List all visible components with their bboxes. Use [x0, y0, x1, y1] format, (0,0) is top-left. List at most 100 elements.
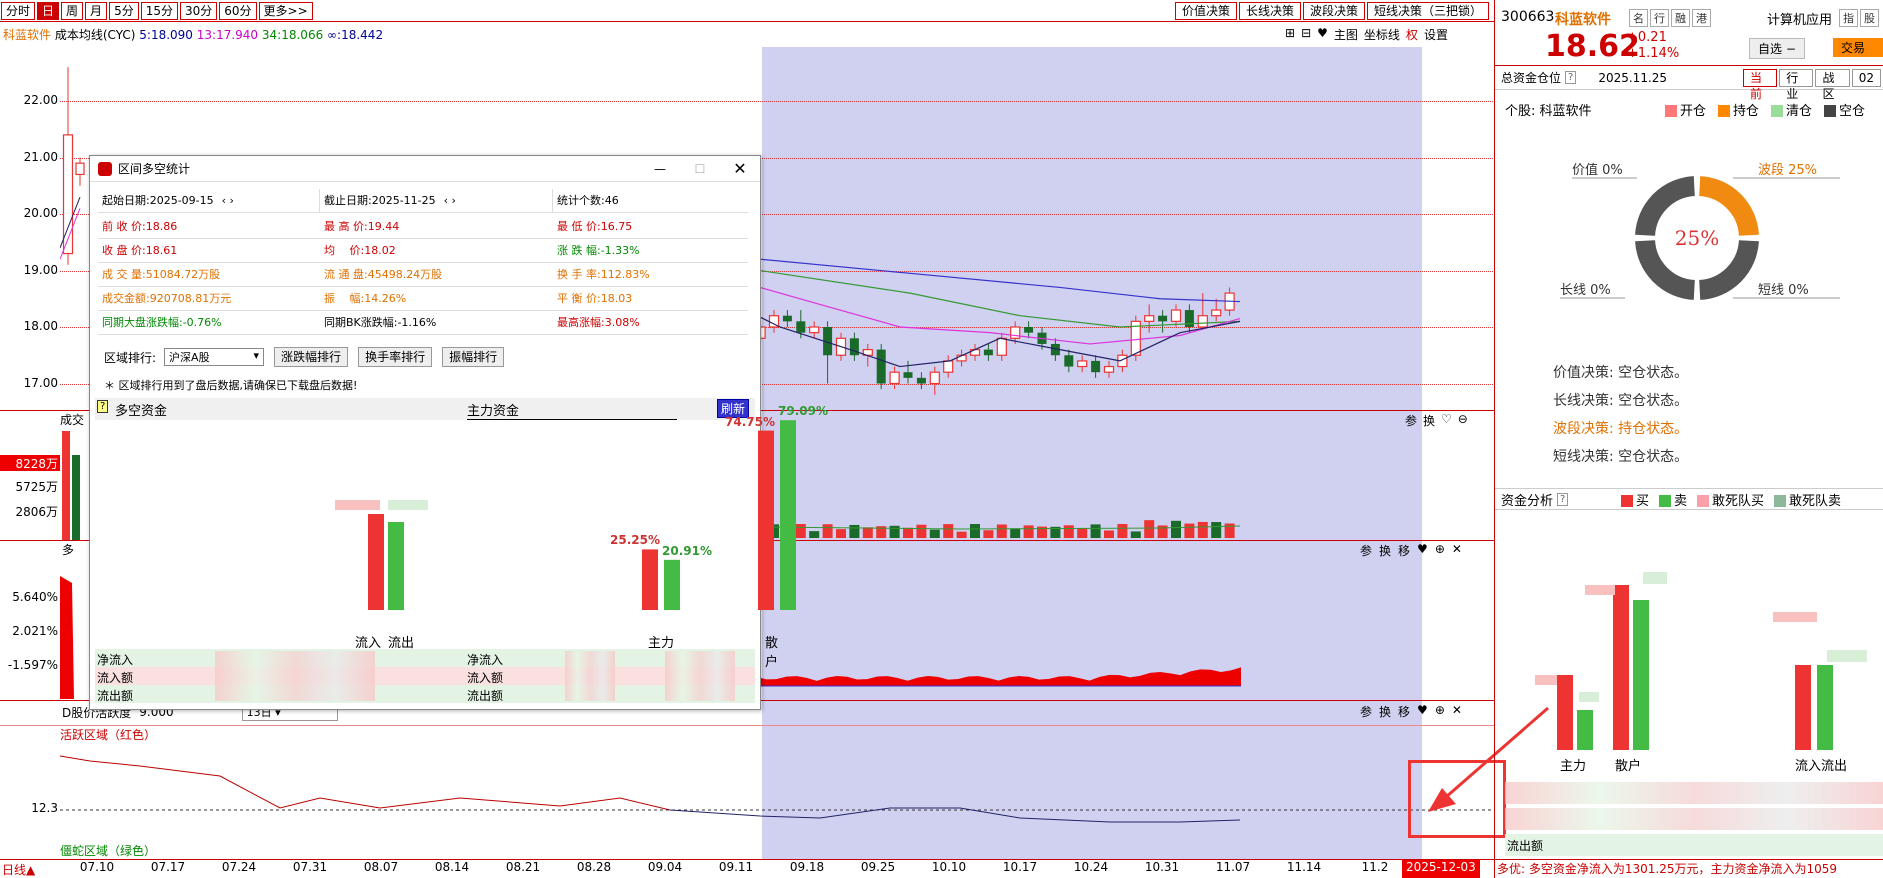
- legend-item: 开仓: [1665, 100, 1706, 119]
- stats-cell: 最高涨幅:3.08%: [553, 311, 748, 335]
- date-tick: 10.24: [1073, 860, 1109, 874]
- maximize-icon[interactable]: ☐: [680, 162, 720, 176]
- volume-bar: [1117, 524, 1128, 538]
- candle: [916, 372, 926, 390]
- rank-change-button[interactable]: 涨跌幅排行: [274, 347, 349, 367]
- rank-turnover-button[interactable]: 换手率排行: [358, 347, 433, 367]
- stock-tag-0[interactable]: 名: [1629, 9, 1648, 27]
- decision-tab-1[interactable]: 长线决策: [1238, 1, 1301, 20]
- volume-bar: [996, 524, 1007, 538]
- candle: [929, 366, 940, 395]
- stats-cell: 收 盘 价:18.61: [98, 239, 320, 263]
- date-tick: 09.11: [718, 860, 754, 874]
- fund-bar: [642, 549, 658, 610]
- main-outflow-label: 流出额: [467, 689, 504, 703]
- trade-button[interactable]: 交易: [1833, 38, 1883, 57]
- decision-tab-0[interactable]: 价值决策: [1174, 1, 1237, 20]
- rank-amplitude-button[interactable]: 振幅排行: [442, 347, 505, 367]
- position-tab-0[interactable]: 当前: [1743, 68, 1778, 101]
- period-button-1[interactable]: 日: [37, 1, 60, 20]
- stock-code: 300663: [1501, 9, 1555, 25]
- retail-label: 散户: [765, 636, 779, 670]
- dialog-titlebar[interactable]: 区间多空统计 — ☐ ✕: [90, 156, 760, 182]
- decision-status-list: 价值决策: 空仓状态。 长线决策: 空仓状态。 波段决策: 持仓状态。 短线决策: 空…: [1495, 362, 1883, 474]
- industry-name[interactable]: 计算机应用: [1767, 9, 1832, 28]
- fund-analysis-chart: [1535, 572, 1867, 750]
- fund-bar: [664, 559, 680, 610]
- period-button-8[interactable]: 更多>>: [258, 1, 313, 20]
- date-tick: 07.10: [79, 860, 115, 874]
- position-tab-2[interactable]: 战区: [1815, 68, 1850, 101]
- index-tag[interactable]: 指: [1839, 9, 1858, 27]
- volume-bar: [889, 525, 900, 538]
- interval-stats-dialog: 区间多空统计 — ☐ ✕ 起始日期:2025-09-15 ‹ › 截止日期:2025…: [89, 155, 828, 710]
- decision-status-0: 价值决策: 空仓状态。: [1553, 365, 1689, 381]
- period-button-4[interactable]: 5分: [109, 1, 139, 20]
- date-tick: 08.07: [363, 860, 399, 874]
- legend-item: 空仓: [1824, 100, 1865, 119]
- stock-tag[interactable]: 股: [1860, 9, 1879, 27]
- fund-tick: 5.640%: [12, 590, 58, 604]
- stock-tag-3[interactable]: 港: [1692, 9, 1711, 27]
- fund-bar: [1795, 665, 1811, 750]
- position-tab-1[interactable]: 行业: [1779, 68, 1814, 101]
- period-button-6[interactable]: 30分: [179, 1, 218, 20]
- decision-tab-3[interactable]: 短线决策（三把锁）: [1366, 1, 1489, 20]
- switch-button[interactable]: 换: [1379, 703, 1391, 720]
- help-icon[interactable]: ?: [1565, 71, 1577, 84]
- period-button-2[interactable]: 周: [61, 1, 84, 20]
- stock-tag-2[interactable]: 融: [1671, 9, 1690, 27]
- fund-tick: -1.597%: [7, 658, 58, 672]
- volume-bar: [983, 530, 994, 538]
- help-icon[interactable]: ?: [97, 400, 109, 413]
- stats-cell: 最 高 价:19.44: [320, 215, 553, 239]
- period-button-5[interactable]: 15分: [140, 1, 178, 20]
- retail-inflow-pct: 74.75%: [725, 414, 775, 429]
- move-button[interactable]: 移: [1398, 703, 1410, 720]
- close-icon[interactable]: ✕: [720, 159, 760, 178]
- period-button-0[interactable]: 分时: [1, 1, 36, 20]
- watchlist-button[interactable]: 自选 −: [1749, 38, 1805, 59]
- candle: [1170, 304, 1182, 327]
- volume-tick-current: 8228万: [0, 455, 60, 471]
- main-inflow-pct: 25.25%: [610, 533, 660, 548]
- price-tick: 20.00: [23, 206, 58, 220]
- price-change: +0.21: [1627, 30, 1667, 45]
- decision-tab-2[interactable]: 波段决策: [1302, 1, 1365, 20]
- stock-tag-1[interactable]: 行: [1650, 9, 1669, 27]
- region-label: 区域排行:: [104, 350, 157, 365]
- decision-status-1: 长线决策: 空仓状态。: [1553, 393, 1689, 409]
- region-select[interactable]: 沪深A股 ▾: [164, 348, 265, 366]
- date-stepper-icon[interactable]: ‹ ›: [222, 194, 234, 207]
- date-tick: 08.28: [576, 860, 612, 874]
- stock-name: 科蓝软件: [1555, 12, 1611, 28]
- candle: [1144, 304, 1155, 333]
- section-long-short: 多空资金: [115, 404, 168, 419]
- help-icon[interactable]: ?: [1557, 492, 1569, 506]
- minimize-icon[interactable]: —: [640, 162, 680, 176]
- date-tick: 11.14: [1286, 860, 1322, 874]
- volume-bar: [916, 524, 927, 538]
- position-tab-3[interactable]: 02: [1851, 68, 1881, 87]
- period-button-3[interactable]: 月: [85, 1, 108, 20]
- region-rank-row: 区域排行: 沪深A股 ▾ 涨跌幅排行 换手率排行 振幅排行: [104, 347, 505, 367]
- donut-label-value: 价值 0%: [1572, 162, 1623, 178]
- quote-header: 300663 科蓝软件 名行融港 计算机应用 指股 18.62 +0.21 +1…: [1495, 0, 1883, 66]
- date-axis: 日线▲ 07.10 07.17 07.24 07.31 08.07 08.14 08.21 0…: [0, 859, 1495, 878]
- main-net-inflow-label: 净流入: [467, 653, 504, 667]
- param-button[interactable]: 参: [1360, 703, 1372, 720]
- outflow-amount-label: 流出额: [97, 689, 134, 703]
- stats-cell: 平 衡 价:18.03: [553, 287, 748, 311]
- volume-bar: [849, 524, 860, 538]
- candle: [809, 321, 820, 339]
- stats-cell: 成交金额:920708.81万元: [98, 287, 320, 311]
- fund-analysis-header: 资金分析 ? 买卖敢死队买 敢死队卖: [1495, 488, 1883, 510]
- period-indicator[interactable]: 日线▲: [2, 861, 35, 878]
- position-title: 总资金仓位: [1501, 71, 1562, 85]
- candle: [1103, 360, 1115, 378]
- date-stepper-icon[interactable]: ‹ ›: [444, 194, 456, 207]
- data-note: ＊ 区域排行用到了盘后数据,请确保已下载盘后数据!: [104, 379, 358, 392]
- inflow-amount-label: 流入额: [97, 671, 134, 685]
- period-button-7[interactable]: 60分: [219, 1, 257, 20]
- volume-bar: [1077, 528, 1088, 538]
